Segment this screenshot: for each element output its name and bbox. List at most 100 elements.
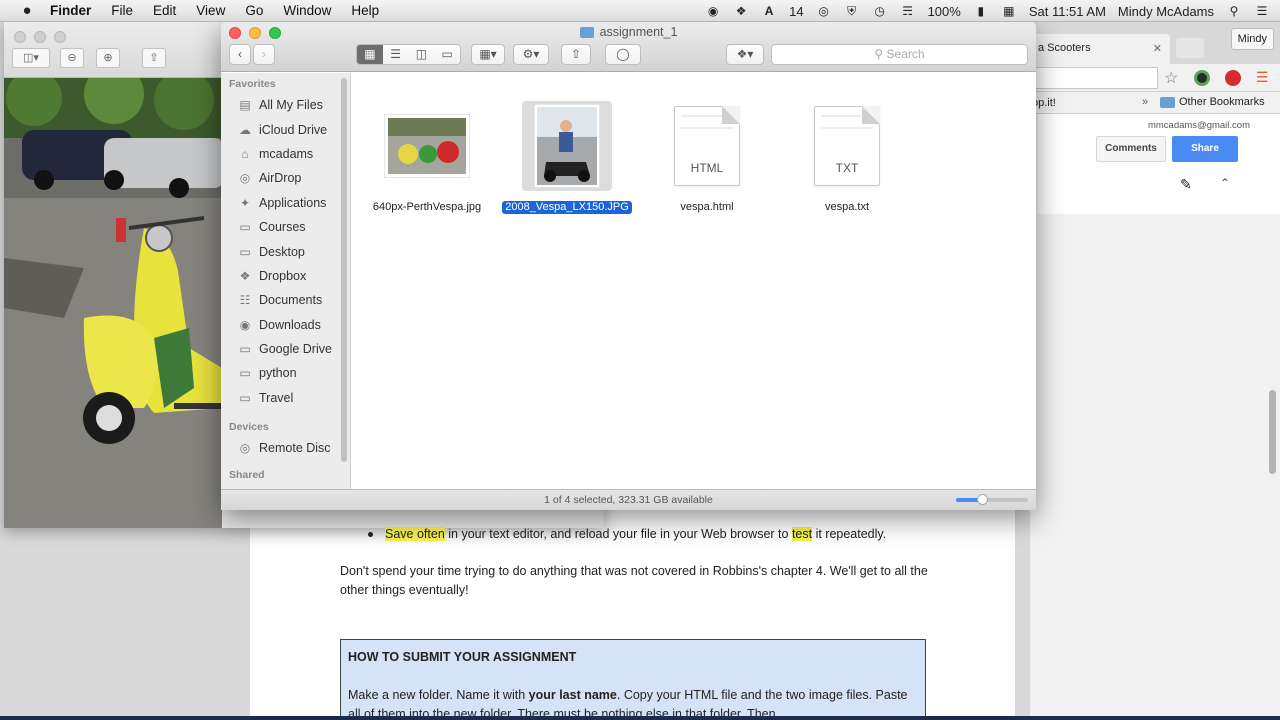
image-thumbnail: [382, 101, 472, 191]
window-controls: [14, 31, 66, 43]
menu-finder[interactable]: Finder: [50, 3, 91, 18]
view-mode-segmented: ▦ ☰ ◫ ▭: [356, 44, 461, 65]
sidebar-item-label: All My Files: [259, 98, 323, 113]
sidebar-item-travel[interactable]: ▭ Travel: [221, 386, 350, 410]
comments-button[interactable]: Comments: [1096, 136, 1166, 162]
record-icon[interactable]: ◉: [705, 4, 721, 18]
share-button[interactable]: Share: [1172, 136, 1238, 162]
collapse-icon[interactable]: ⌃: [1220, 176, 1230, 190]
sidebar-item-downloads[interactable]: ◉ Downloads: [221, 313, 350, 337]
forward-button[interactable]: ›: [253, 44, 275, 65]
sidebar-item-desktop[interactable]: ▭ Desktop: [221, 239, 350, 263]
sidebar-item-icloud-drive[interactable]: ☁ iCloud Drive: [221, 117, 350, 141]
cloud-icon: ☁: [239, 122, 251, 137]
file-grid: 640px-PerthVespa.jpg 2008_Vespa_LX150.JP…: [352, 73, 1036, 489]
bookmarks-overflow-icon[interactable]: »: [1142, 96, 1148, 108]
list-item: Save often in your text editor, and relo…: [340, 525, 930, 544]
browser-tab[interactable]: a Scooters ✕: [1030, 34, 1170, 64]
disc-icon: ◎: [239, 441, 251, 456]
zoom-button[interactable]: [54, 31, 66, 43]
submit-instructions-box: HOW TO SUBMIT YOUR ASSIGNMENT Make a new…: [340, 639, 926, 720]
apple-menu-icon[interactable]: ●: [18, 2, 36, 19]
menu-window[interactable]: Window: [283, 3, 331, 18]
search-field[interactable]: ⚲ Search: [771, 44, 1028, 65]
sidebar-item-courses[interactable]: ▭ Courses: [221, 215, 350, 239]
browser-tab-bar: a Scooters ✕ Mindy: [1030, 22, 1280, 64]
calendar-icon[interactable]: ▦: [1001, 4, 1017, 18]
eye-icon[interactable]: ◎: [816, 4, 832, 18]
edit-mode-icon[interactable]: ✎: [1180, 176, 1192, 193]
finder-toolbar: assignment_1 ‹ › ▦ ☰ ◫ ▭ ▦▾ ⚙▾ ⇧ ◯ ❖▾ ⚲ …: [221, 22, 1036, 72]
bookmark-star-icon[interactable]: ☆: [1164, 68, 1178, 88]
opera-extension-icon[interactable]: [1225, 70, 1241, 86]
share-icon[interactable]: ⇧: [142, 48, 166, 68]
account-email[interactable]: mmcadams@gmail.com: [1148, 120, 1250, 131]
sidebar-item-python[interactable]: ▭ python: [221, 361, 350, 385]
file-item[interactable]: HTML vespa.html: [642, 101, 772, 214]
file-item[interactable]: TXT vespa.txt: [782, 101, 912, 214]
back-button[interactable]: ‹: [229, 44, 251, 65]
airdrop-icon: ◎: [239, 171, 251, 186]
profile-button[interactable]: Mindy: [1230, 28, 1274, 50]
menu-edit[interactable]: Edit: [153, 3, 176, 18]
menu-help[interactable]: Help: [351, 3, 379, 18]
url-field[interactable]: [1030, 67, 1158, 89]
clock[interactable]: Sat 11:51 AM: [1029, 4, 1106, 19]
sidebar-item-applications[interactable]: ✦ Applications: [221, 191, 350, 215]
share-button[interactable]: ⇧: [561, 44, 591, 65]
menu-view[interactable]: View: [196, 3, 225, 18]
notification-center-icon[interactable]: ☰: [1254, 4, 1270, 18]
file-name: 640px-PerthVespa.jpg: [372, 201, 482, 213]
new-tab-button[interactable]: [1176, 38, 1204, 58]
icon-view-icon[interactable]: ▦: [357, 45, 383, 64]
adobe-icon[interactable]: A: [761, 4, 777, 18]
menu-go[interactable]: Go: [245, 3, 263, 18]
sidebar-item-documents[interactable]: ☷ Documents: [221, 288, 350, 312]
dropbox-button[interactable]: ❖▾: [726, 44, 764, 65]
sidebar-toggle-button[interactable]: ◫▾: [12, 48, 50, 68]
all-files-icon: ▤: [239, 98, 251, 113]
window-title: assignment_1: [221, 25, 1036, 39]
zoom-out-icon[interactable]: ⊖: [60, 48, 84, 68]
menu-file[interactable]: File: [111, 3, 133, 18]
tags-button[interactable]: ◯: [605, 44, 641, 65]
sidebar-item-all-my-files[interactable]: ▤ All My Files: [221, 93, 350, 117]
action-button[interactable]: ⚙▾: [513, 44, 549, 65]
minimize-button[interactable]: [34, 31, 46, 43]
file-item-selected[interactable]: 2008_Vespa_LX150.JPG: [502, 101, 632, 214]
extension-icon[interactable]: [1194, 70, 1210, 86]
shield-icon[interactable]: ⛨: [844, 4, 860, 18]
list-view-icon[interactable]: ☰: [383, 45, 409, 64]
sidebar-item-airdrop[interactable]: ◎ AirDrop: [221, 166, 350, 190]
arrange-button[interactable]: ▦▾: [471, 44, 505, 65]
slider-knob[interactable]: [976, 494, 988, 505]
file-item[interactable]: 640px-PerthVespa.jpg: [362, 101, 492, 214]
sidebar-item-remote-disc[interactable]: ◎ Remote Disc: [221, 436, 350, 460]
file-name: vespa.txt: [824, 201, 870, 213]
time-machine-icon[interactable]: ◷: [872, 4, 888, 18]
share-icon: ⇧: [570, 47, 582, 61]
column-view-icon[interactable]: ◫: [409, 45, 435, 64]
battery-icon[interactable]: ▮: [973, 4, 989, 18]
folder-icon: [579, 26, 594, 38]
wifi-icon[interactable]: ☴: [900, 4, 916, 18]
arrange-icon: ▦▾: [479, 47, 497, 61]
user-name[interactable]: Mindy McAdams: [1118, 4, 1214, 19]
sidebar-item-google-drive[interactable]: ▭ Google Drive: [221, 337, 350, 361]
sidebar-item-mcadams[interactable]: ⌂ mcadams: [221, 142, 350, 166]
scrollbar[interactable]: [1269, 390, 1276, 474]
browser-menu-icon[interactable]: ☰: [1256, 69, 1269, 86]
coverflow-view-icon[interactable]: ▭: [434, 45, 460, 64]
close-tab-icon[interactable]: ✕: [1153, 42, 1162, 55]
spotlight-icon[interactable]: ⚲: [1226, 4, 1242, 18]
close-button[interactable]: [14, 31, 26, 43]
docs-header-panel: mmcadams@gmail.com Comments Share ✎ ⌃: [1038, 114, 1280, 214]
dropbox-status-icon[interactable]: ❖: [733, 4, 749, 18]
sidebar-item-dropbox[interactable]: ❖ Dropbox: [221, 264, 350, 288]
icon-size-slider[interactable]: [956, 494, 1028, 505]
sidebar-scrollbar[interactable]: [341, 78, 347, 462]
browser-window: a Scooters ✕ Mindy ☆ ☰ op.it! » Other Bo…: [1030, 22, 1280, 720]
other-bookmarks[interactable]: Other Bookmarks: [1160, 96, 1265, 108]
zoom-in-icon[interactable]: ⊕: [96, 48, 120, 68]
sidebar-item-label: iCloud Drive: [259, 122, 328, 137]
